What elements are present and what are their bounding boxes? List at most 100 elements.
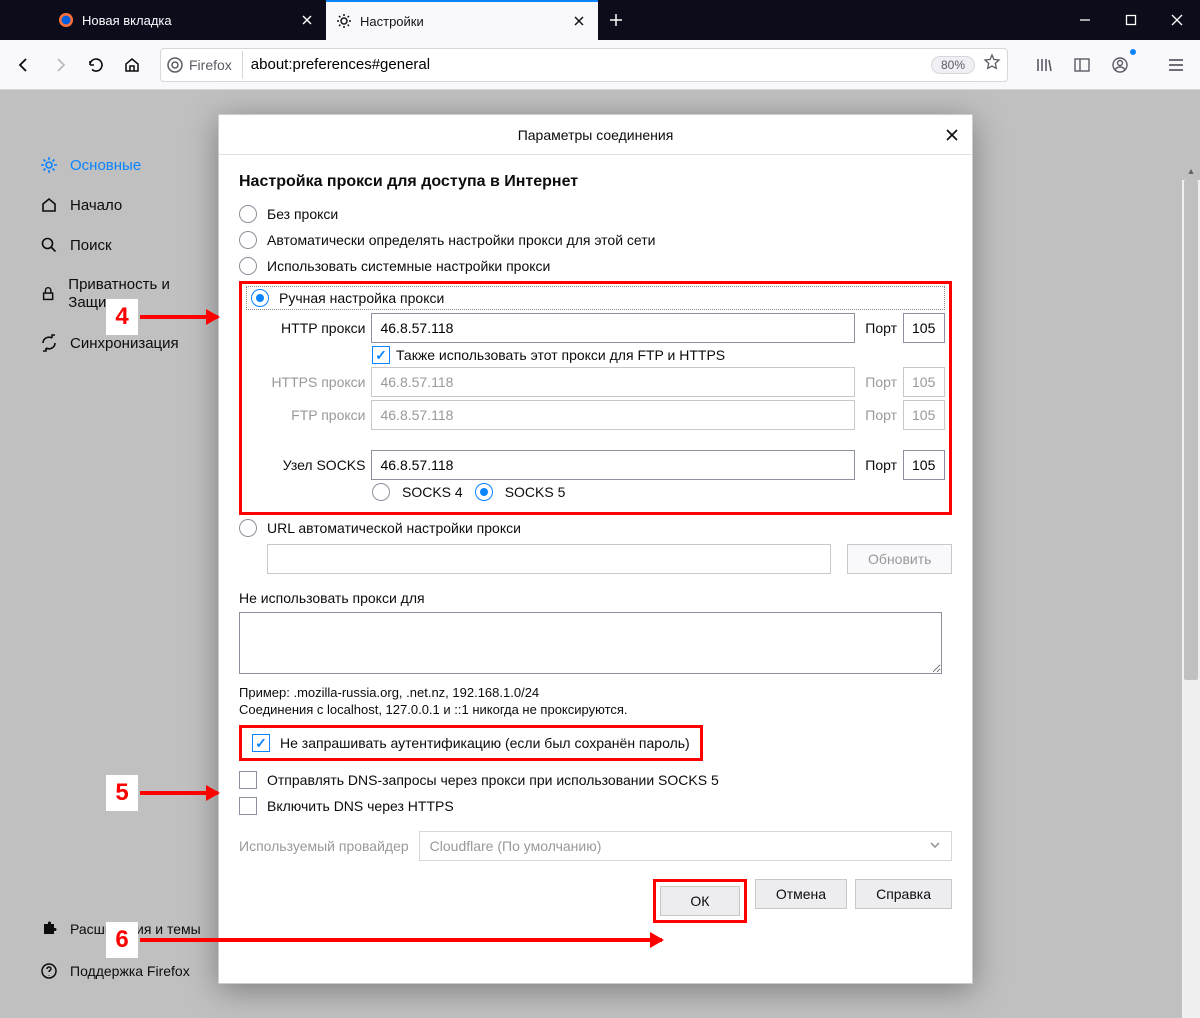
tab-new[interactable]: Новая вкладка [48, 0, 326, 40]
tab-label: Настройки [360, 14, 424, 29]
firefox-icon [58, 12, 74, 28]
sidebar-item-label: Поиск [70, 237, 112, 254]
sidebar-item-label: Начало [70, 197, 122, 214]
radio-socks5[interactable] [475, 483, 493, 501]
url-bar[interactable]: Firefox 80% [160, 48, 1008, 82]
pac-url-input [267, 544, 831, 574]
connection-settings-dialog: Параметры соединения Настройка прокси дл… [218, 114, 973, 984]
zoom-badge[interactable]: 80% [931, 56, 975, 74]
http-proxy-input[interactable] [371, 313, 855, 343]
annotation-arrow-5 [140, 791, 218, 795]
ftp-proxy-input [371, 400, 855, 430]
radio-icon [251, 289, 269, 307]
reload-pac-button: Обновить [847, 544, 952, 574]
window-minimize[interactable] [1062, 0, 1108, 40]
link-support[interactable]: Поддержка Firefox [36, 956, 205, 986]
cancel-button[interactable]: Отмена [755, 879, 847, 909]
search-icon [40, 236, 58, 254]
window-maximize[interactable] [1108, 0, 1154, 40]
annotation-box-4: Ручная настройка прокси HTTP прокси Порт… [239, 281, 952, 515]
noproxy-textarea[interactable] [239, 612, 942, 674]
account-icon[interactable] [1104, 49, 1136, 81]
provider-label: Используемый провайдер [239, 838, 409, 854]
gear-icon [336, 13, 352, 29]
identity-label: Firefox [189, 57, 232, 73]
bookmark-star-icon[interactable] [983, 53, 1001, 76]
socks-label: Узел SOCKS [258, 457, 365, 473]
close-icon[interactable] [570, 12, 588, 30]
https-port-input [903, 367, 945, 397]
titlebar: Новая вкладка Настройки [0, 0, 1200, 40]
checkbox-dns-socks [239, 771, 257, 789]
ftp-proxy-label: FTP прокси [258, 407, 365, 423]
radio-icon [239, 257, 257, 275]
noproxy-label: Не использовать прокси для [239, 590, 952, 606]
ftp-port-input [903, 400, 945, 430]
menu-button[interactable] [1160, 49, 1192, 81]
radio-socks4[interactable] [372, 483, 390, 501]
port-label: Порт [865, 374, 897, 390]
checkbox-no-auth[interactable] [252, 734, 270, 752]
home-button[interactable] [116, 49, 148, 81]
section-heading: Настройка прокси для доступа в Интернет [239, 173, 952, 191]
sidebar-item-home[interactable]: Начало [36, 190, 216, 220]
checkbox-row-dns-socks[interactable]: Отправлять DNS-запросы через прокси при … [239, 767, 952, 793]
tab-settings[interactable]: Настройки [326, 0, 598, 40]
sidebar-item-general[interactable]: Основные [36, 150, 216, 180]
library-icon[interactable] [1028, 49, 1060, 81]
link-label: Поддержка Firefox [70, 963, 190, 979]
toolbar: Firefox 80% [0, 40, 1200, 90]
http-port-input[interactable] [903, 313, 945, 343]
content-area: Основные Начало Поиск Приватность и Защи… [0, 90, 1200, 1018]
help-icon [40, 962, 58, 980]
port-label: Порт [865, 407, 897, 423]
socks-host-input[interactable] [371, 450, 855, 480]
forward-button[interactable] [44, 49, 76, 81]
close-icon[interactable] [298, 11, 316, 29]
checkbox-row-dns-https[interactable]: Включить DNS через HTTPS [239, 793, 952, 819]
ok-button[interactable]: ОК [660, 886, 740, 916]
annotation-number-6: 6 [106, 922, 138, 958]
scroll-thumb[interactable] [1184, 180, 1198, 680]
radio-no-proxy[interactable]: Без прокси [239, 201, 952, 227]
annotation-arrow-4 [140, 315, 218, 319]
new-tab-button[interactable] [598, 0, 634, 40]
scroll-up-icon[interactable]: ▴ [1182, 162, 1200, 180]
scrollbar[interactable]: ▴ [1182, 180, 1200, 1018]
radio-auto-detect[interactable]: Автоматически определять настройки прокс… [239, 227, 952, 253]
sidebar-item-search[interactable]: Поиск [36, 230, 216, 260]
back-button[interactable] [8, 49, 40, 81]
sync-icon [40, 334, 58, 352]
radio-icon [239, 519, 257, 537]
annotation-arrow-6 [140, 938, 662, 942]
identity-box[interactable]: Firefox [167, 51, 243, 79]
url-input[interactable] [251, 56, 923, 73]
help-button[interactable]: Справка [855, 879, 952, 909]
puzzle-icon [40, 920, 58, 938]
close-icon[interactable] [942, 125, 962, 145]
radio-icon [239, 231, 257, 249]
gear-icon [40, 156, 58, 174]
window-close[interactable] [1154, 0, 1200, 40]
firefox-icon [167, 57, 183, 73]
annotation-box-6: ОК [653, 879, 747, 923]
radio-manual-proxy[interactable]: Ручная настройка прокси [246, 286, 945, 310]
http-proxy-label: HTTP прокси [258, 320, 365, 336]
checkbox-dns-https [239, 797, 257, 815]
socks-port-input[interactable] [903, 450, 945, 480]
https-proxy-input [371, 367, 855, 397]
reload-button[interactable] [80, 49, 112, 81]
annotation-number-5: 5 [106, 775, 138, 811]
chevron-down-icon [929, 838, 941, 854]
radio-system-proxy[interactable]: Использовать системные настройки прокси [239, 253, 952, 279]
sidebar-icon[interactable] [1066, 49, 1098, 81]
sidebar-item-label: Синхронизация [70, 335, 179, 352]
radio-pac-url[interactable]: URL автоматической настройки прокси [239, 515, 952, 541]
dialog-title-bar: Параметры соединения [219, 115, 972, 155]
radio-icon [239, 205, 257, 223]
home-icon [40, 196, 58, 214]
dialog-title: Параметры соединения [518, 127, 674, 143]
provider-select: Cloudflare (По умолчанию) [419, 831, 952, 861]
annotation-number-4: 4 [106, 299, 138, 335]
checkbox-also-ftp-https[interactable] [372, 346, 390, 364]
